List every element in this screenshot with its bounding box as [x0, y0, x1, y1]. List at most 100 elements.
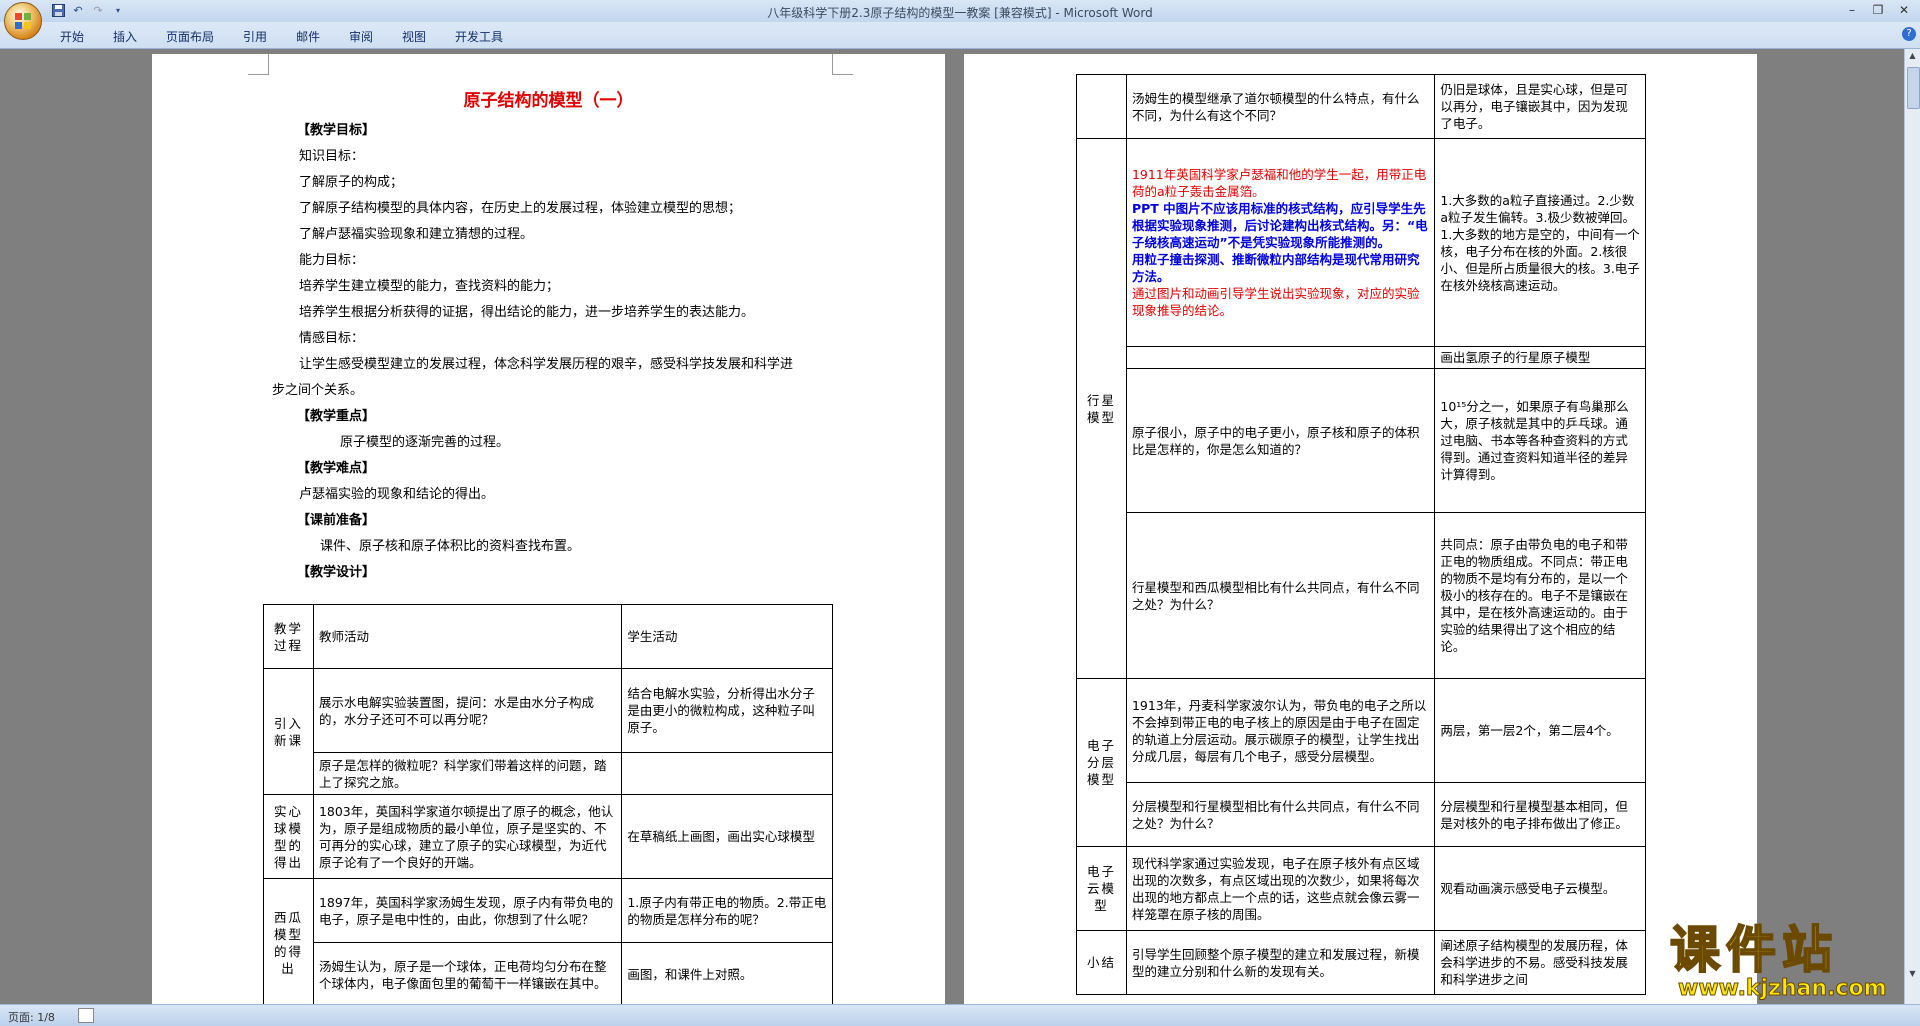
table-row: 画出氢原子的行星原子模型 [1077, 346, 1646, 369]
table-header-row: 教学过程 教师活动 学生活动 [263, 604, 833, 669]
document-page-1: 原子结构的模型（一） 【教学目标】 知识目标： 了解原子的构成； 了解原子结构模… [152, 54, 945, 1004]
tab-home[interactable]: 开始 [60, 28, 84, 45]
restore-icon[interactable]: ❐ [1866, 2, 1890, 18]
tab-insert[interactable]: 插入 [113, 28, 137, 45]
close-icon[interactable]: ✕ [1892, 2, 1916, 18]
document-page-2: 汤姆生的模型继承了道尔顿模型的什么特点，有什么不同，为什么有这个不同？ 仍旧是球… [964, 54, 1757, 1004]
student-cell: 在草稿纸上画图，画出实心球模型 [621, 794, 833, 879]
table-header-cell: 教学过程 [263, 604, 314, 669]
lesson-table-page-1: 教学过程 教师活动 学生活动 引入新课 展示水电解实验装置图，提问：水是由水分子… [263, 604, 833, 1004]
table-row: 行星模型 1911年英国科学家卢瑟福和他的学生一起，用带正电荷的a粒子轰击金属箔… [1076, 138, 1646, 679]
text-line: 培养学生建立模型的能力，查找资料的能力； [299, 279, 560, 294]
stage-cell: 实心球模型的得出 [263, 794, 314, 879]
stage-cell: 引入新课 [263, 668, 314, 795]
student-cell: 10¹⁵分之一，如果原子有鸟巢那么大，原子核就是其中的乒乓球。通过电脑、书本等各… [1434, 368, 1646, 513]
window-controls: – ❐ ✕ [1840, 2, 1916, 18]
window-title: 八年级科学下册2.3原子结构的模型一教案 [兼容模式] - Microsoft … [767, 6, 1153, 20]
help-icon[interactable]: ? [1902, 27, 1916, 41]
student-cell: 画图，和课件上对照。 [621, 942, 833, 1004]
stage-cell: 小结 [1076, 930, 1127, 995]
title-bar: ↶ ↷ ▾ 八年级科学下册2.3原子结构的模型一教案 [兼容模式] - Micr… [0, 0, 1920, 40]
student-cell: 1.原子内有带正电的物质。2.带正电的物质是怎样分布的呢？ [621, 878, 833, 943]
teacher-cell: 原子是怎样的微粒呢？科学家们带着这样的问题，踏上了探究之旅。 [312, 752, 623, 795]
stage-cell: 电子云模型 [1076, 846, 1127, 931]
tab-mailings[interactable]: 邮件 [296, 28, 320, 45]
crop-mark [832, 54, 853, 75]
student-cell: 仍旧是球体，且是实心球，但是可以再分，电子镶嵌其中，因为发现了电子。 [1434, 74, 1646, 139]
student-cell: 共同点：原子由带负电的电子和带正电的物质组成。不同点：带正电的物质不是均有分布的… [1434, 512, 1646, 679]
stage-cell: 行星模型 [1076, 138, 1127, 679]
teacher-cell: 1803年，英国科学家道尔顿提出了原子的概念，他认为，原子是组成物质的最小单位，… [312, 794, 623, 879]
student-cell: 1.大多数的a粒子直接通过。2.少数a粒子发生偏转。3.极少数被弹回。1.大多数… [1434, 138, 1646, 347]
tab-developer[interactable]: 开发工具 [455, 28, 503, 45]
student-cell: 阐述原子结构模型的发展历程，体会科学进步的不易。感受科技发展和科学进步之间 [1434, 930, 1646, 995]
text-line: 步之间个关系。 [272, 383, 364, 398]
page-count[interactable]: 页面: 1/8 [8, 1009, 55, 1025]
teacher-cell: 现代科学家通过实验发现，电子在原子核外有点区域出现的次数多，有点区域出现的次数少… [1125, 846, 1436, 931]
crop-mark [248, 54, 269, 75]
student-cell [621, 752, 833, 795]
watermark-logo-text: 课件站 [1669, 921, 1838, 979]
office-button[interactable] [4, 2, 42, 40]
teacher-cell: 汤姆生认为，原子是一个球体，正电荷均匀分布在整个球体内，电子像面包里的葡萄干一样… [312, 942, 623, 1004]
teacher-cell: 分层模型和行星模型相比有什么共同点，有什么不同之处？为什么？ [1125, 782, 1436, 847]
tab-references[interactable]: 引用 [243, 28, 267, 45]
table-row: 原子很小，原子中的电子更小，原子核和原子的体积比是怎样的，你是怎么知道的？ 10… [1077, 368, 1646, 513]
table-row: 电子云模型 现代科学家通过实验发现，电子在原子核外有点区域出现的次数多，有点区域… [1076, 846, 1646, 931]
text-line: 了解卢瑟福实验现象和建立猜想的过程。 [299, 227, 534, 242]
teacher-note-blue: PPT 中图片不应该用标准的核式结构，应引导学生先根据实验现象推测，后讨论建构出… [1131, 201, 1428, 250]
teacher-note-red: 1911年英国科学家卢瑟福和他的学生一起，用带正电荷的a粒子轰击金属箔。 [1131, 167, 1427, 199]
site-watermark: 课件站 www.kjzhan.com [1669, 921, 1910, 1002]
document-title: 原子结构的模型（一） [463, 91, 634, 111]
table-row: 电子分层模型 1913年，丹麦科学家波尔认为，带负电的电子之所以不会掉到带正电的… [1076, 678, 1646, 847]
vertical-scrollbar[interactable]: ▲ ▼ [1904, 49, 1920, 1004]
scroll-thumb[interactable] [1907, 67, 1920, 109]
ribbon-tabs: 开始 插入 页面布局 引用 邮件 审阅 视图 开发工具 ? [0, 22, 1920, 49]
text-line: 让学生感受模型建立的发展过程，体念科学发展历程的艰辛，感受科学技发展和科学进 [299, 357, 794, 372]
student-cell: 画出氢原子的行星原子模型 [1434, 346, 1646, 369]
stage-cell: 电子分层模型 [1076, 678, 1127, 847]
student-cell: 观看动画演示感受电子云模型。 [1434, 846, 1646, 931]
teacher-cell: 原子很小，原子中的电子更小，原子核和原子的体积比是怎样的，你是怎么知道的？ [1125, 368, 1436, 513]
stage-cell [1076, 74, 1127, 139]
section-heading-key-points: 【教学重点】 [297, 409, 376, 424]
table-row: 汤姆生的模型继承了道尔顿模型的什么特点，有什么不同，为什么有这个不同？ 仍旧是球… [1076, 74, 1646, 139]
table-row: 实心球模型的得出 1803年，英国科学家道尔顿提出了原子的概念，他认为，原子是组… [263, 794, 833, 879]
office-logo-icon [15, 13, 31, 29]
text-line: 能力目标： [299, 253, 365, 268]
teacher-cell: 1911年英国科学家卢瑟福和他的学生一起，用带正电荷的a粒子轰击金属箔。 PPT… [1125, 138, 1436, 347]
section-heading-difficulties: 【教学难点】 [297, 461, 376, 476]
minimize-icon[interactable]: – [1840, 2, 1864, 18]
tab-view[interactable]: 视图 [402, 28, 426, 45]
table-header-cell: 学生活动 [621, 604, 833, 669]
teacher-cell: 1913年，丹麦科学家波尔认为，带负电的电子之所以不会掉到带正电的电子核上的原因… [1125, 678, 1436, 783]
text-line: 了解原子结构模型的具体内容，在历史上的发展过程，体验建立模型的思想； [299, 201, 742, 216]
proofing-icon[interactable] [78, 1008, 94, 1023]
stage-cell: 西瓜模型的得出 [263, 878, 314, 1004]
teacher-note-blue: 用粒子撞击探测、推断微粒内部结构是现代常用研究方法。 [1131, 252, 1420, 284]
teacher-cell: 1897年，英国科学家汤姆生发现，原子内有带负电的电子，原子是电中性的，由此，你… [312, 878, 623, 943]
teacher-cell: 行星模型和西瓜模型相比有什么共同点，有什么不同之处？为什么？ [1125, 512, 1436, 679]
section-heading-preparation: 【课前准备】 [297, 513, 376, 528]
table-row: 分层模型和行星模型相比有什么共同点，有什么不同之处？为什么？ 分层模型和行星模型… [1077, 782, 1646, 847]
teacher-cell: 汤姆生的模型继承了道尔顿模型的什么特点，有什么不同，为什么有这个不同？ [1125, 74, 1436, 139]
teacher-note-red: 通过图片和动画引导学生说出实验现象，对应的实验现象推导的结论。 [1131, 286, 1420, 318]
teacher-cell: 展示水电解实验装置图，提问：水是由水分子构成的，水分子还可不可以再分呢？ [312, 668, 623, 753]
text-line: 情感目标： [299, 331, 365, 346]
tab-page-layout[interactable]: 页面布局 [166, 28, 214, 45]
text-line: 原子模型的逐渐完善的过程。 [340, 435, 510, 450]
text-line: 卢瑟福实验的现象和结论的得出。 [299, 487, 495, 502]
scroll-up-icon[interactable]: ▲ [1907, 51, 1918, 62]
teacher-cell [1125, 346, 1436, 369]
student-cell: 分层模型和行星模型基本相同，但是对核外的电子排布做出了修正。 [1434, 782, 1646, 847]
student-cell: 两层，第一层2个，第二层4个。 [1434, 678, 1646, 783]
text-line: 知识目标： [299, 149, 365, 164]
table-row: 汤姆生认为，原子是一个球体，正电荷均匀分布在整个球体内，电子像面包里的葡萄干一样… [264, 942, 833, 1004]
table-row: 小结 引导学生回顾整个原子模型的建立和发展过程，新模型的建立分别和什么新的发现有… [1076, 930, 1646, 995]
status-bar: 页面: 1/8 [0, 1004, 1920, 1026]
table-row: 西瓜模型的得出 1897年，英国科学家汤姆生发现，原子内有带负电的电子，原子是电… [263, 878, 833, 1004]
teacher-cell: 引导学生回顾整个原子模型的建立和发展过程，新模型的建立分别和什么新的发现有关。 [1125, 930, 1436, 995]
text-line: 了解原子的构成； [299, 175, 404, 190]
tab-review[interactable]: 审阅 [349, 28, 373, 45]
text-line: 课件、原子核和原子体积比的资料查找布置。 [320, 539, 581, 554]
